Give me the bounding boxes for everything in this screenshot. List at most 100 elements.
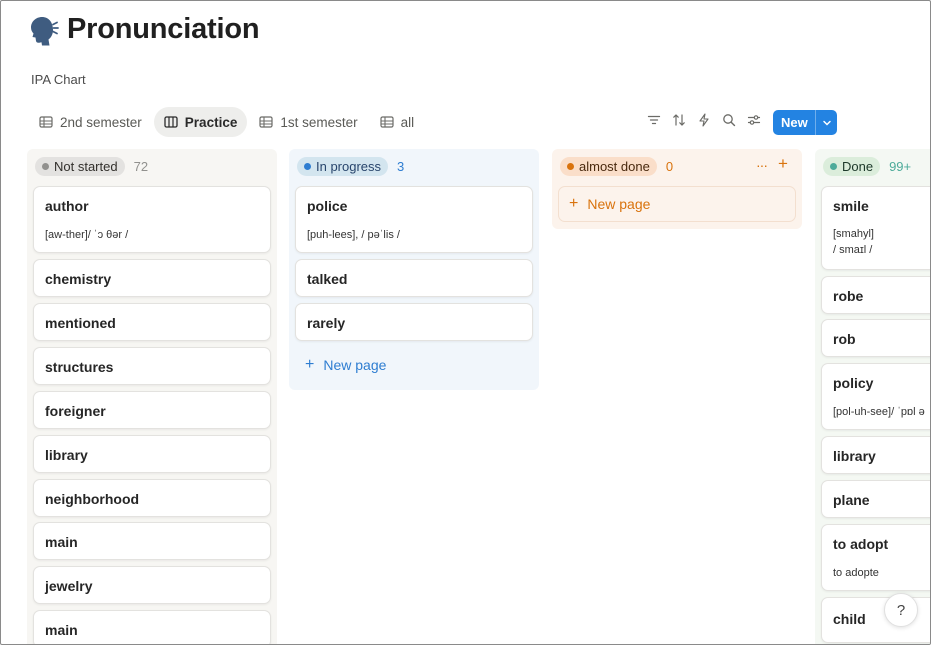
tab-2nd-semester[interactable]: 2nd semester [29, 107, 152, 137]
table-icon [259, 116, 273, 128]
settings-icon[interactable] [746, 112, 762, 128]
tab-all[interactable]: all [370, 107, 425, 137]
card-title: rob [833, 331, 856, 347]
tab-label: Practice [184, 114, 238, 130]
card-title: chemistry [45, 271, 112, 287]
card-title: library [45, 447, 88, 463]
card[interactable]: police [puh-lees], / pəˈlis / [295, 186, 533, 253]
card[interactable]: plane [821, 480, 930, 518]
add-card-icon[interactable]: + [778, 154, 788, 174]
column-title: Done [842, 158, 874, 174]
card-title: child [833, 611, 866, 627]
column-count: 99+ [889, 158, 912, 174]
app-window: Pronunciation IPA Chart 2nd semester Pra… [0, 0, 931, 645]
card-pronunciation: [puh-lees], / pəˈlis / [307, 229, 400, 241]
card-title: talked [307, 271, 348, 287]
board-column-almost-done: almost done 0 ··· + + New page [552, 149, 802, 229]
column-title: In progress [316, 158, 382, 174]
plus-icon: + [569, 195, 579, 212]
card-title: main [45, 534, 78, 550]
card[interactable]: neighborhood [33, 479, 271, 517]
column-title: almost done [579, 158, 650, 174]
table-icon [380, 116, 394, 128]
new-page-button[interactable]: + New page [558, 186, 796, 222]
column-count: 72 [133, 158, 149, 174]
board-icon [164, 116, 178, 128]
card[interactable]: smile [smahyl] / smaɪl / [821, 186, 930, 270]
new-page-label: New page [323, 357, 387, 373]
new-button[interactable]: New [773, 110, 837, 135]
sort-icon[interactable] [671, 112, 687, 128]
status-dot [830, 162, 837, 170]
plus-icon: + [305, 356, 315, 373]
card-title: plane [833, 492, 870, 508]
column-header[interactable]: Done 99+ [815, 149, 930, 183]
card-pronunciation: to adopte [833, 567, 879, 579]
page-title: Pronunciation [67, 13, 260, 45]
status-dot [567, 162, 574, 170]
card[interactable]: talked [295, 259, 533, 297]
card[interactable]: rarely [295, 303, 533, 341]
board-column-in-progress: In progress 3 police [puh-lees], / pəˈli… [289, 149, 539, 390]
status-badge[interactable]: almost done [560, 156, 657, 176]
status-badge[interactable]: Done [823, 156, 881, 176]
card[interactable]: mentioned [33, 303, 271, 341]
more-options-icon[interactable]: ··· [756, 157, 768, 173]
card[interactable]: robe [821, 276, 930, 314]
card[interactable]: jewelry [33, 566, 271, 604]
card-title: neighborhood [45, 491, 140, 507]
card[interactable]: structures [33, 347, 271, 385]
view-toolbar [646, 112, 762, 128]
card-title: smile [833, 198, 869, 214]
column-header[interactable]: In progress 3 [289, 149, 539, 183]
card[interactable]: policy [pol-uh-see]/ ˈpɒl ə [821, 363, 930, 430]
card[interactable]: author [aw-ther]/ ˈɔ θər / [33, 186, 271, 253]
chevron-down-icon[interactable] [816, 118, 837, 128]
tab-label: 1st semester [280, 114, 358, 130]
page-description[interactable]: IPA Chart [31, 72, 86, 87]
speaking-head-icon [31, 16, 59, 45]
card-title: author [45, 198, 89, 214]
tab-1st-semester[interactable]: 1st semester [249, 107, 367, 137]
board-column-not-started: Not started 72 author [aw-ther]/ ˈɔ θər … [27, 149, 277, 644]
tab-label: all [400, 114, 415, 130]
card[interactable]: foreigner [33, 391, 271, 429]
search-icon[interactable] [721, 112, 737, 128]
card-title: foreigner [45, 403, 106, 419]
card[interactable]: main [33, 522, 271, 560]
card-title: policy [833, 375, 874, 391]
card-pronunciation: / smaɪl / [833, 244, 873, 256]
card[interactable]: rob [821, 319, 930, 357]
board-column-done: Done 99+ smile [smahyl] / smaɪl / robe r… [815, 149, 930, 644]
status-dot [304, 162, 311, 170]
table-icon [39, 116, 53, 128]
tab-practice[interactable]: Practice [153, 107, 248, 137]
card-pronunciation: [pol-uh-see]/ ˈpɒl ə [833, 406, 925, 418]
column-header[interactable]: almost done 0 ··· + [552, 149, 802, 183]
help-button[interactable]: ? [884, 593, 918, 627]
card[interactable]: main [33, 610, 271, 644]
status-badge[interactable]: Not started [35, 156, 125, 176]
card-title: mentioned [45, 315, 116, 331]
page-header: Pronunciation [27, 13, 260, 46]
card[interactable]: library [821, 436, 930, 474]
new-page-button[interactable]: + New page [295, 347, 533, 383]
card[interactable]: library [33, 435, 271, 473]
card-title: jewelry [45, 578, 93, 594]
card[interactable]: chemistry [33, 259, 271, 297]
column-header[interactable]: Not started 72 [27, 149, 277, 183]
help-label: ? [896, 601, 906, 619]
card[interactable]: to adopt to adopte [821, 524, 930, 591]
card-title: structures [45, 359, 114, 375]
tab-label: 2nd semester [60, 114, 142, 130]
status-dot [42, 162, 49, 170]
card-title: main [45, 622, 78, 638]
filter-icon[interactable] [646, 112, 662, 128]
new-page-label: New page [587, 196, 651, 212]
status-badge[interactable]: In progress [297, 156, 389, 176]
card-pronunciation: [smahyl] [833, 228, 874, 240]
new-button-label[interactable]: New [773, 115, 815, 130]
automation-icon[interactable] [696, 112, 712, 128]
card-title: robe [833, 288, 864, 304]
card-title: library [833, 448, 876, 464]
